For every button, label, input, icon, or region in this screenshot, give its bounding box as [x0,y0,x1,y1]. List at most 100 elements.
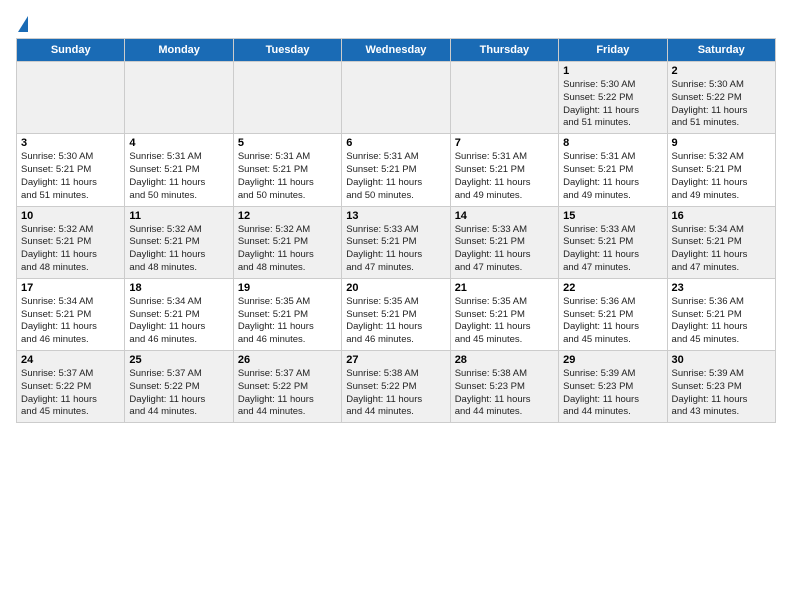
day-number: 17 [21,282,120,294]
calendar-cell: 22 Sunrise: 5:36 AMSunset: 5:21 PMDayligh… [559,278,667,350]
day-info: Sunrise: 5:38 AMSunset: 5:23 PMDaylight:… [455,368,554,419]
weekday-tuesday: Tuesday [233,39,341,62]
day-number: 7 [455,137,554,149]
day-number: 16 [672,210,771,222]
day-info: Sunrise: 5:31 AMSunset: 5:21 PMDaylight:… [346,151,445,202]
day-number: 11 [129,210,228,222]
day-number: 2 [672,65,771,77]
calendar-cell: 19Sunrise: 5:35 AMSunset: 5:21 PMDayligh… [233,278,341,350]
calendar-cell [233,62,341,134]
day-number: 13 [346,210,445,222]
day-number: 6 [346,137,445,149]
calendar-cell: 9 Sunrise: 5:32 AMSunset: 5:21 PMDaylight… [667,134,775,206]
week-row-4: 17 Sunrise: 5:34 AMSunset: 5:21 PMDayligh… [17,278,776,350]
week-row-5: 24 Sunrise: 5:37 AMSunset: 5:22 PMDayligh… [17,351,776,423]
calendar-cell: 16 Sunrise: 5:34 AMSunset: 5:21 PMDayligh… [667,206,775,278]
day-number: 15 [563,210,662,222]
weekday-sunday: Sunday [17,39,125,62]
calendar-cell [342,62,450,134]
calendar-cell: 28 Sunrise: 5:38 AMSunset: 5:23 PMDayligh… [450,351,558,423]
day-info: Sunrise: 5:32 AMSunset: 5:21 PMDaylight:… [129,224,228,275]
day-info: Sunrise: 5:35 AMSunset: 5:21 PMDaylight:… [455,296,554,347]
day-info: Sunrise: 5:34 AMSunset: 5:21 PMDaylight:… [21,296,120,347]
calendar-cell: 18Sunrise: 5:34 AMSunset: 5:21 PMDayligh… [125,278,233,350]
day-number: 27 [346,354,445,366]
day-number: 1 [563,65,662,77]
calendar-cell: 10 Sunrise: 5:32 AMSunset: 5:21 PMDayligh… [17,206,125,278]
day-info: Sunrise: 5:36 AMSunset: 5:21 PMDaylight:… [672,296,771,347]
calendar-cell: 3 Sunrise: 5:30 AMSunset: 5:21 PMDaylight… [17,134,125,206]
calendar-cell: 25Sunrise: 5:37 AMSunset: 5:22 PMDayligh… [125,351,233,423]
day-number: 5 [238,137,337,149]
day-info: Sunrise: 5:39 AMSunset: 5:23 PMDaylight:… [563,368,662,419]
week-row-2: 3 Sunrise: 5:30 AMSunset: 5:21 PMDaylight… [17,134,776,206]
day-info: Sunrise: 5:31 AMSunset: 5:21 PMDaylight:… [129,151,228,202]
calendar-cell: 14 Sunrise: 5:33 AMSunset: 5:21 PMDayligh… [450,206,558,278]
weekday-friday: Friday [559,39,667,62]
day-number: 9 [672,137,771,149]
day-number: 8 [563,137,662,149]
day-info: Sunrise: 5:32 AMSunset: 5:21 PMDaylight:… [238,224,337,275]
day-number: 4 [129,137,228,149]
day-number: 10 [21,210,120,222]
week-row-3: 10 Sunrise: 5:32 AMSunset: 5:21 PMDayligh… [17,206,776,278]
calendar-cell: 4 Sunrise: 5:31 AMSunset: 5:21 PMDaylight… [125,134,233,206]
calendar-cell [125,62,233,134]
calendar-table: SundayMondayTuesdayWednesdayThursdayFrid… [16,38,776,423]
calendar-cell: 1 Sunrise: 5:30 AMSunset: 5:22 PMDaylight… [559,62,667,134]
day-info: Sunrise: 5:30 AMSunset: 5:21 PMDaylight:… [21,151,120,202]
weekday-header-row: SundayMondayTuesdayWednesdayThursdayFrid… [17,39,776,62]
calendar-cell: 2 Sunrise: 5:30 AMSunset: 5:22 PMDaylight… [667,62,775,134]
weekday-wednesday: Wednesday [342,39,450,62]
day-info: Sunrise: 5:31 AMSunset: 5:21 PMDaylight:… [238,151,337,202]
day-number: 18 [129,282,228,294]
calendar-cell: 7 Sunrise: 5:31 AMSunset: 5:21 PMDaylight… [450,134,558,206]
day-info: Sunrise: 5:38 AMSunset: 5:22 PMDaylight:… [346,368,445,419]
header [16,16,776,32]
calendar-cell: 6 Sunrise: 5:31 AMSunset: 5:21 PMDaylight… [342,134,450,206]
day-info: Sunrise: 5:33 AMSunset: 5:21 PMDaylight:… [455,224,554,275]
day-number: 23 [672,282,771,294]
calendar-cell: 15 Sunrise: 5:33 AMSunset: 5:21 PMDayligh… [559,206,667,278]
day-info: Sunrise: 5:36 AMSunset: 5:21 PMDaylight:… [563,296,662,347]
day-info: Sunrise: 5:31 AMSunset: 5:21 PMDaylight:… [563,151,662,202]
day-info: Sunrise: 5:37 AMSunset: 5:22 PMDaylight:… [129,368,228,419]
calendar-cell: 5 Sunrise: 5:31 AMSunset: 5:21 PMDaylight… [233,134,341,206]
day-info: Sunrise: 5:33 AMSunset: 5:21 PMDaylight:… [346,224,445,275]
calendar-cell: 27 Sunrise: 5:38 AMSunset: 5:22 PMDayligh… [342,351,450,423]
day-number: 20 [346,282,445,294]
day-number: 3 [21,137,120,149]
calendar-cell: 8 Sunrise: 5:31 AMSunset: 5:21 PMDaylight… [559,134,667,206]
calendar-cell: 13 Sunrise: 5:33 AMSunset: 5:21 PMDayligh… [342,206,450,278]
weekday-thursday: Thursday [450,39,558,62]
calendar-cell: 11 Sunrise: 5:32 AMSunset: 5:21 PMDayligh… [125,206,233,278]
calendar-cell: 30Sunrise: 5:39 AMSunset: 5:23 PMDayligh… [667,351,775,423]
calendar-cell [17,62,125,134]
day-number: 29 [563,354,662,366]
calendar-cell: 26Sunrise: 5:37 AMSunset: 5:22 PMDayligh… [233,351,341,423]
day-info: Sunrise: 5:32 AMSunset: 5:21 PMDaylight:… [21,224,120,275]
page-container: SundayMondayTuesdayWednesdayThursdayFrid… [16,16,776,423]
day-number: 14 [455,210,554,222]
calendar-cell: 24 Sunrise: 5:37 AMSunset: 5:22 PMDayligh… [17,351,125,423]
weekday-monday: Monday [125,39,233,62]
day-number: 24 [21,354,120,366]
day-info: Sunrise: 5:32 AMSunset: 5:21 PMDaylight:… [672,151,771,202]
day-info: Sunrise: 5:37 AMSunset: 5:22 PMDaylight:… [21,368,120,419]
logo [16,16,28,32]
day-number: 22 [563,282,662,294]
calendar-cell: 17 Sunrise: 5:34 AMSunset: 5:21 PMDayligh… [17,278,125,350]
day-number: 19 [238,282,337,294]
calendar-cell: 20Sunrise: 5:35 AMSunset: 5:21 PMDayligh… [342,278,450,350]
day-info: Sunrise: 5:31 AMSunset: 5:21 PMDaylight:… [455,151,554,202]
day-info: Sunrise: 5:33 AMSunset: 5:21 PMDaylight:… [563,224,662,275]
day-info: Sunrise: 5:39 AMSunset: 5:23 PMDaylight:… [672,368,771,419]
calendar-cell: 29 Sunrise: 5:39 AMSunset: 5:23 PMDayligh… [559,351,667,423]
day-info: Sunrise: 5:37 AMSunset: 5:22 PMDaylight:… [238,368,337,419]
day-info: Sunrise: 5:30 AMSunset: 5:22 PMDaylight:… [563,79,662,130]
weekday-saturday: Saturday [667,39,775,62]
day-number: 28 [455,354,554,366]
day-info: Sunrise: 5:30 AMSunset: 5:22 PMDaylight:… [672,79,771,130]
logo-icon [18,16,28,32]
day-info: Sunrise: 5:34 AMSunset: 5:21 PMDaylight:… [672,224,771,275]
